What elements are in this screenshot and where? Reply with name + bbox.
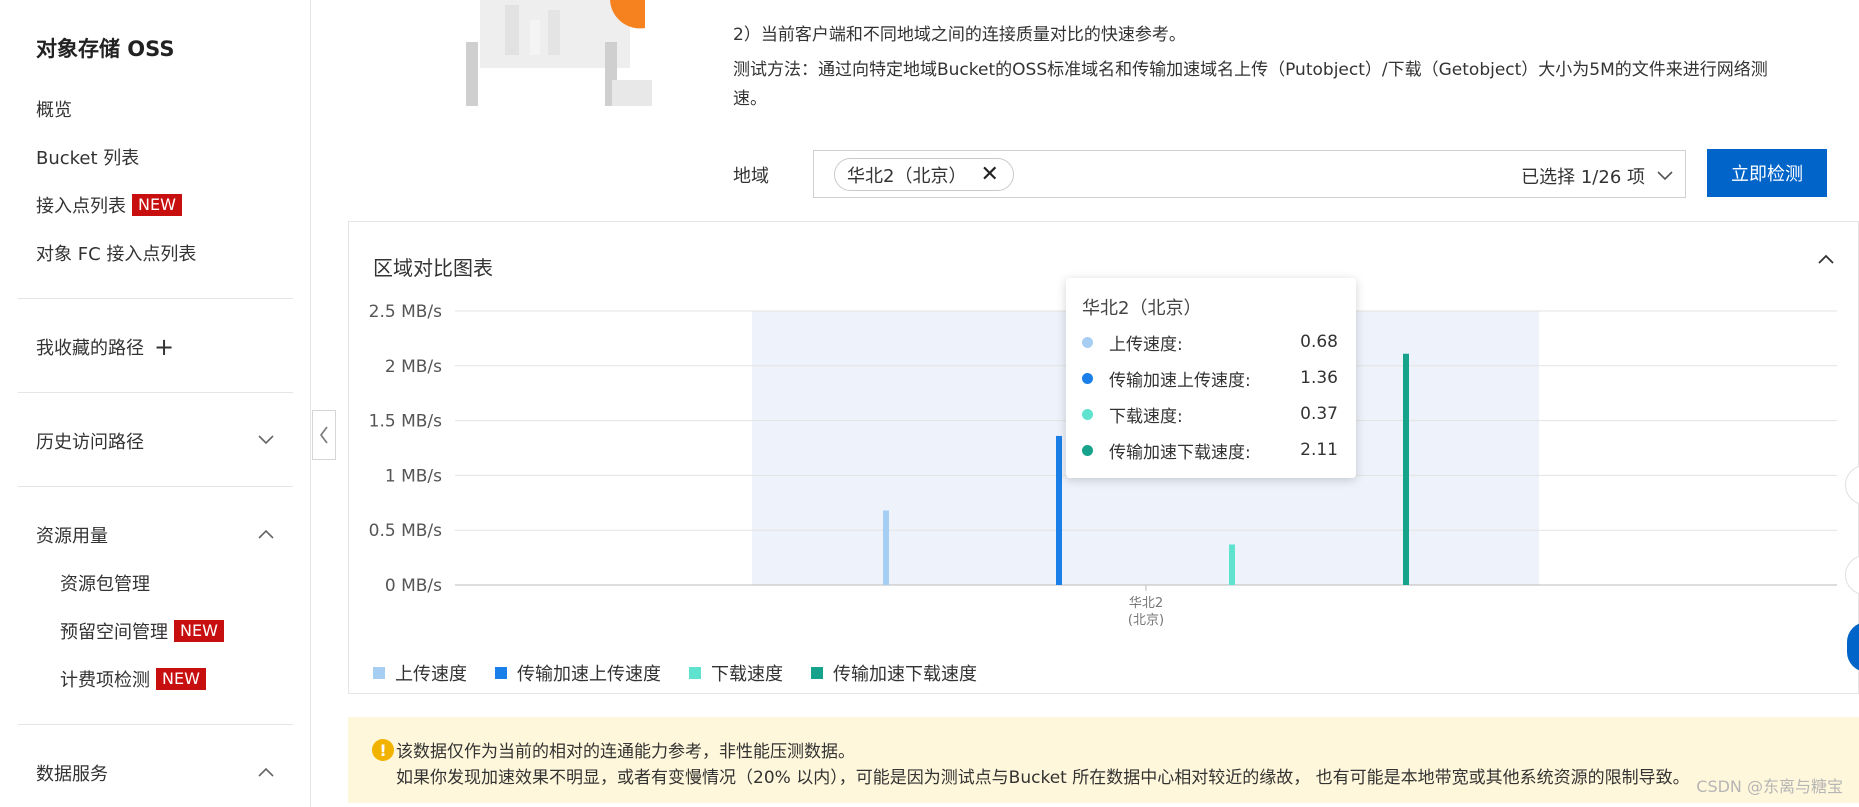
divider (18, 486, 293, 487)
y-tick-label: 0 MB/s (385, 576, 442, 596)
info-line-3: 测试方法：通过向特定地域Bucket的OSS标准域名和传输加速域名上传（Puto… (733, 60, 1768, 80)
chart-tooltip: 华北2（北京） 上传速度: 0.68 传输加速上传速度: 1.36 下载速度: … (1066, 278, 1356, 478)
close-icon[interactable]: ✕ (980, 162, 998, 187)
y-tick-label: 1.5 MB/s (369, 412, 442, 432)
sidebar-item-label: 资源用量 (36, 526, 108, 547)
divider (18, 298, 293, 299)
legend-swatch (689, 667, 701, 679)
detect-now-button[interactable]: 立即检测 (1707, 149, 1827, 197)
legend-swatch (811, 667, 823, 679)
info-line-2: 2）当前客户端和不同地域之间的连接质量对比的快速参考。 (733, 25, 1186, 45)
legend-swatch (495, 667, 507, 679)
sidebar-item-label: 数据服务 (36, 764, 108, 785)
bar-1 (883, 510, 889, 585)
watermark: CSDN @东离与糖宝 (1696, 777, 1843, 796)
tooltip-series-name: 上传速度: (1109, 334, 1183, 355)
legend-label: 下载速度 (711, 664, 783, 685)
y-tick-label: 1 MB/s (385, 466, 442, 486)
new-badge: NEW (174, 620, 224, 642)
legend-item[interactable]: 传输加速上传速度 (495, 660, 661, 686)
region-tag: 华北2（北京） ✕ (834, 158, 1014, 191)
notice-line-1: 该数据仅作为当前的相对的连通能力参考，非性能压测数据。 (396, 742, 855, 762)
y-tick-label: 2.5 MB/s (369, 302, 442, 322)
sidebar-title: 对象存储 OSS (36, 37, 175, 61)
bar-3 (1229, 544, 1235, 585)
new-badge: NEW (132, 194, 182, 216)
tooltip-row: 传输加速上传速度: 1.36 (1082, 366, 1338, 391)
plus-icon[interactable]: + (154, 335, 174, 359)
sidebar: 对象存储 OSS 概览 Bucket 列表 接入点列表 NEW 对象 FC 接入… (0, 0, 311, 807)
sidebar-item-label: 预留空间管理 (60, 622, 168, 643)
tooltip-series-value: 0.37 (1300, 404, 1338, 424)
tooltip-series-value: 2.11 (1300, 440, 1338, 460)
series-dot-icon (1082, 372, 1093, 384)
chevron-up-icon[interactable] (258, 767, 274, 777)
sidebar-item-label: 我收藏的路径 (36, 338, 144, 359)
tooltip-series-value: 0.68 (1300, 332, 1338, 352)
legend-label: 传输加速下载速度 (833, 664, 977, 685)
sidebar-item-label: Bucket 列表 (36, 148, 140, 169)
legend-item[interactable]: 下载速度 (689, 660, 783, 686)
sidebar-item-data-services[interactable]: 数据服务 (36, 760, 108, 786)
sidebar-item-resource-packages[interactable]: 资源包管理 (60, 570, 150, 596)
tooltip-row: 传输加速下载速度: 2.11 (1082, 438, 1338, 463)
tooltip-series-name: 下载速度: (1109, 406, 1183, 427)
legend-swatch (373, 667, 385, 679)
region-tag-label: 华北2（北京） (847, 165, 967, 187)
tooltip-row: 下载速度: 0.37 (1082, 402, 1338, 427)
sidebar-item-bucket-list[interactable]: Bucket 列表 (36, 144, 139, 170)
chevron-up-icon[interactable] (258, 529, 274, 539)
x-tick-label: 华北2 (1129, 596, 1163, 611)
sidebar-item-label: 接入点列表 (36, 196, 126, 217)
bar-2 (1056, 435, 1062, 585)
x-tick-label: (北京) (1128, 613, 1164, 628)
divider (18, 392, 293, 393)
new-badge: NEW (156, 668, 206, 690)
illustration (466, 0, 652, 106)
series-dot-icon (1082, 444, 1093, 456)
sidebar-item-overview[interactable]: 概览 (36, 96, 72, 122)
tooltip-row: 上传速度: 0.68 (1082, 330, 1338, 355)
sidebar-item-access-points[interactable]: 接入点列表 NEW (36, 192, 182, 218)
selected-count: 已选择 1/26 项 (1521, 167, 1645, 188)
sidebar-item-favorite-paths[interactable]: 我收藏的路径 + (36, 334, 174, 360)
warning-icon: ! (372, 739, 394, 761)
sidebar-item-label: 概览 (36, 100, 72, 121)
sidebar-item-label: 计费项检测 (60, 670, 150, 691)
notice-line-2: 如果你发现加速效果不明显，或者有变慢情况（20% 以内），可能是因为测试点与Bu… (396, 768, 1690, 788)
tooltip-series-name: 传输加速下载速度: (1109, 442, 1251, 463)
legend-item[interactable]: 上传速度 (373, 660, 467, 686)
chevron-down-icon[interactable] (1657, 171, 1673, 181)
legend-label: 传输加速上传速度 (517, 664, 661, 685)
sidebar-item-label: 对象 FC 接入点列表 (36, 244, 197, 265)
tooltip-title: 华北2（北京） (1082, 298, 1202, 319)
series-dot-icon (1082, 336, 1093, 348)
sidebar-item-reserved-space[interactable]: 预留空间管理 NEW (60, 618, 224, 644)
chevron-down-icon[interactable] (258, 435, 274, 445)
legend-item[interactable]: 传输加速下载速度 (811, 660, 977, 686)
info-line-4: 速。 (733, 89, 767, 109)
region-select[interactable]: 华北2（北京） ✕ 已选择 1/26 项 (813, 150, 1686, 198)
series-dot-icon (1082, 408, 1093, 420)
legend-label: 上传速度 (395, 664, 467, 685)
sidebar-item-label: 资源包管理 (60, 574, 150, 595)
tooltip-series-value: 1.36 (1300, 368, 1338, 388)
divider (18, 724, 293, 725)
y-tick-label: 0.5 MB/s (369, 521, 442, 541)
y-tick-label: 2 MB/s (385, 357, 442, 377)
sidebar-item-history-paths[interactable]: 历史访问路径 (36, 428, 144, 454)
chart-legend: 上传速度 传输加速上传速度 下载速度 传输加速下载速度 (373, 660, 977, 686)
sidebar-item-resource-usage[interactable]: 资源用量 (36, 522, 108, 548)
region-label: 地域 (733, 166, 769, 187)
notice-banner: ! 该数据仅作为当前的相对的连通能力参考，非性能压测数据。 如果你发现加速效果不… (348, 717, 1859, 803)
sidebar-item-fc-access-points[interactable]: 对象 FC 接入点列表 (36, 240, 196, 266)
sidebar-item-billing-check[interactable]: 计费项检测 NEW (60, 666, 206, 692)
sidebar-collapse-button[interactable] (312, 410, 336, 460)
tooltip-series-name: 传输加速上传速度: (1109, 370, 1251, 391)
bar-4 (1403, 353, 1409, 585)
chevron-left-icon (320, 426, 328, 444)
sidebar-item-label: 历史访问路径 (36, 432, 144, 453)
